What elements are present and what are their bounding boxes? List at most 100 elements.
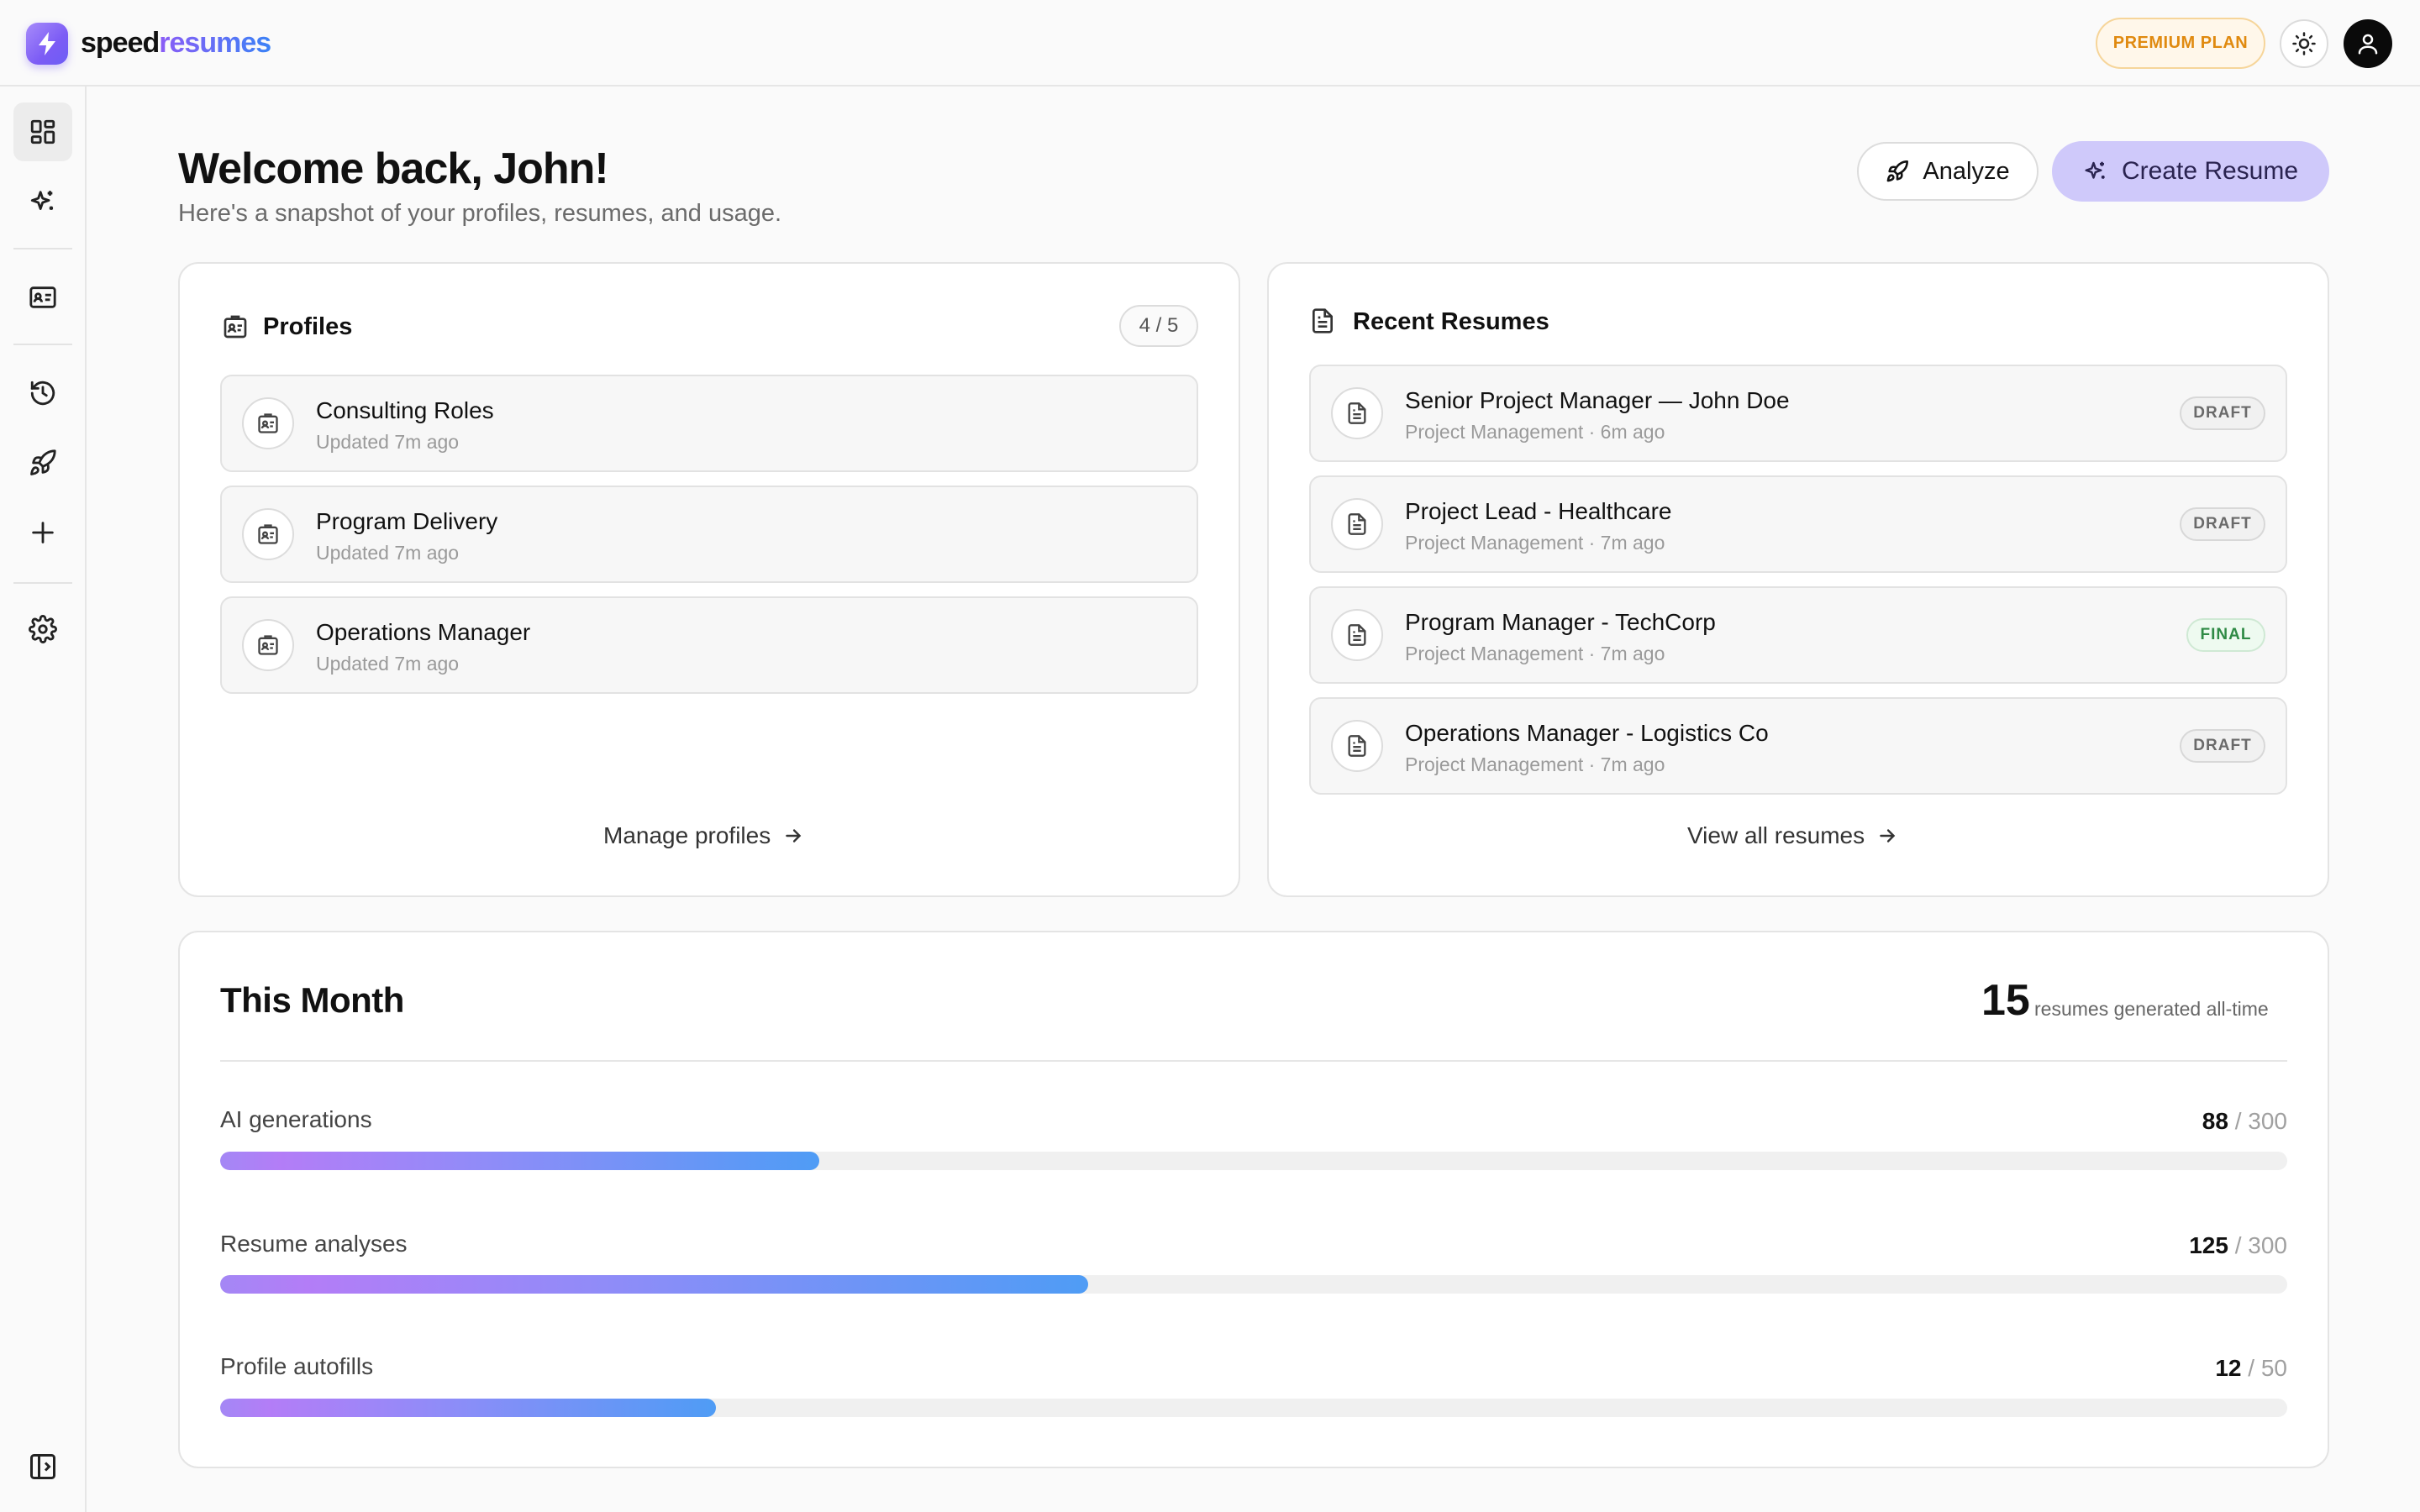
metric-used: 125	[2189, 1232, 2228, 1258]
resume-meta: Project Management · 6m ago	[1405, 421, 1665, 443]
metric-total: / 300	[2234, 1232, 2287, 1258]
profile-row[interactable]: Program Delivery Updated 7m ago	[220, 486, 1198, 583]
history-icon	[30, 381, 55, 406]
progress-track	[220, 1152, 2287, 1170]
sidebar-divider	[13, 582, 72, 584]
resume-meta: Project Management · 7m ago	[1405, 532, 1665, 554]
resume-row[interactable]: Project Lead - Healthcare Project Manage…	[1309, 475, 2287, 573]
analyze-button[interactable]: Analyze	[1857, 142, 2039, 201]
view-all-resumes-link[interactable]: View all resumes	[1687, 822, 1898, 849]
profile-name: Program Delivery	[316, 508, 498, 534]
profile-name: Consulting Roles	[316, 397, 494, 423]
manage-profiles-label: Manage profiles	[603, 822, 771, 848]
status-badge: DRAFT	[2180, 729, 2265, 763]
profile-row[interactable]: Operations Manager Updated 7m ago	[220, 596, 1198, 694]
sidebar-item-settings[interactable]	[13, 600, 72, 659]
profiles-count-badge: 4 / 5	[1119, 305, 1198, 347]
resume-name: Project Lead - Healthcare	[1405, 498, 1672, 524]
resume-row[interactable]: Senior Project Manager — John Doe Projec…	[1309, 365, 2287, 462]
metric-label-resume-analyses: Resume analyses	[220, 1231, 408, 1257]
id-badge-icon	[242, 508, 294, 560]
rocket-icon	[30, 449, 56, 475]
resume-row[interactable]: Program Manager - TechCorp Project Manag…	[1309, 586, 2287, 684]
brand-part-speed: speed	[81, 27, 160, 59]
sidebar-divider	[13, 344, 72, 345]
profile-updated: Updated 7m ago	[316, 431, 460, 453]
usage-divider	[220, 1060, 2287, 1062]
recent-resumes-card	[1267, 262, 2329, 897]
progress-fill-ai-generations	[220, 1152, 820, 1170]
document-icon	[1331, 720, 1383, 772]
progress-fill-profile-autofills	[220, 1399, 717, 1417]
theme-toggle-button[interactable]	[2280, 19, 2328, 68]
metric-value-ai-generations: 88 / 300	[2202, 1105, 2287, 1137]
document-icon	[1313, 308, 1333, 333]
metric-total: / 300	[2234, 1108, 2287, 1134]
alltime-label: resumes generated all-time	[2034, 998, 2269, 1020]
alltime-count: 15	[1981, 976, 2030, 1025]
premium-plan-badge[interactable]: PREMIUM PLAN	[2096, 18, 2265, 69]
sparkles-icon	[2085, 161, 2105, 179]
settings-icon	[29, 615, 57, 643]
progress-fill-resume-analyses	[220, 1275, 1089, 1294]
id-badge-icon	[242, 397, 294, 449]
metric-value-resume-analyses: 125 / 300	[2189, 1230, 2287, 1262]
sidebar-item-analyze[interactable]	[13, 433, 72, 492]
profile-updated: Updated 7m ago	[316, 542, 460, 564]
metric-value-profile-autofills: 12 / 50	[2215, 1352, 2287, 1384]
manage-profiles-link[interactable]: Manage profiles	[603, 822, 804, 849]
arrow-right-icon	[1880, 829, 1896, 843]
metric-label-profile-autofills: Profile autofills	[220, 1353, 374, 1379]
sidebar-item-create[interactable]	[13, 503, 72, 562]
resume-name: Operations Manager - Logistics Co	[1405, 720, 1769, 746]
sparkles-icon	[30, 191, 54, 210]
sidebar	[0, 87, 87, 1512]
id-badge-icon	[242, 619, 294, 671]
status-badge: FINAL	[2186, 618, 2265, 652]
sidebar-item-dashboard[interactable]	[13, 102, 72, 161]
resume-name: Program Manager - TechCorp	[1405, 609, 1716, 635]
profile-row[interactable]: Consulting Roles Updated 7m ago	[220, 375, 1198, 472]
profile-name: Operations Manager	[316, 619, 531, 645]
page-subtitle: Here's a snapshot of your profiles, resu…	[178, 200, 782, 227]
plus-icon	[32, 522, 54, 543]
sidebar-item-history[interactable]	[13, 364, 72, 423]
resume-meta: Project Management · 7m ago	[1405, 643, 1665, 664]
metric-total: / 50	[2248, 1355, 2287, 1381]
user-avatar[interactable]	[2344, 19, 2392, 68]
resume-meta: Project Management · 7m ago	[1405, 753, 1665, 775]
analyze-label: Analyze	[1923, 157, 2010, 185]
status-badge: DRAFT	[2180, 396, 2265, 430]
profiles-title: Profiles	[263, 313, 353, 340]
create-resume-label: Create Resume	[2121, 157, 2299, 185]
brand-part-resumes: resumes	[159, 27, 271, 59]
user-icon	[2358, 34, 2378, 55]
resume-row[interactable]: Operations Manager - Logistics Co Projec…	[1309, 697, 2287, 795]
lightning-bolt-icon[interactable]	[26, 23, 68, 65]
document-icon	[1331, 498, 1383, 550]
metric-used: 12	[2215, 1355, 2242, 1381]
id-card-icon	[29, 286, 56, 308]
brand-name[interactable]: speedresumes	[81, 24, 271, 62]
document-icon	[1331, 609, 1383, 661]
usage-title: This Month	[220, 980, 404, 1020]
sidebar-item-profiles[interactable]	[13, 268, 72, 327]
progress-track	[220, 1275, 2287, 1294]
resume-name: Senior Project Manager — John Doe	[1405, 387, 1790, 413]
top-bar: speedresumes PREMIUM PLAN	[0, 0, 2420, 87]
arrow-right-icon	[786, 829, 802, 843]
sidebar-divider	[13, 248, 72, 249]
rocket-icon	[1887, 160, 1909, 182]
sidebar-toggle-icon[interactable]	[28, 1452, 58, 1482]
progress-track	[220, 1399, 2287, 1417]
id-badge-icon	[224, 315, 247, 339]
sidebar-item-ai[interactable]	[13, 172, 72, 231]
metric-label-ai-generations: AI generations	[220, 1106, 372, 1132]
profile-updated: Updated 7m ago	[316, 653, 460, 675]
metric-used: 88	[2202, 1108, 2228, 1134]
page-title: Welcome back, John!	[178, 144, 609, 193]
document-icon	[1331, 387, 1383, 439]
sun-icon	[2292, 32, 2316, 55]
create-resume-button[interactable]: Create Resume	[2052, 141, 2329, 202]
dashboard-icon	[30, 119, 55, 144]
